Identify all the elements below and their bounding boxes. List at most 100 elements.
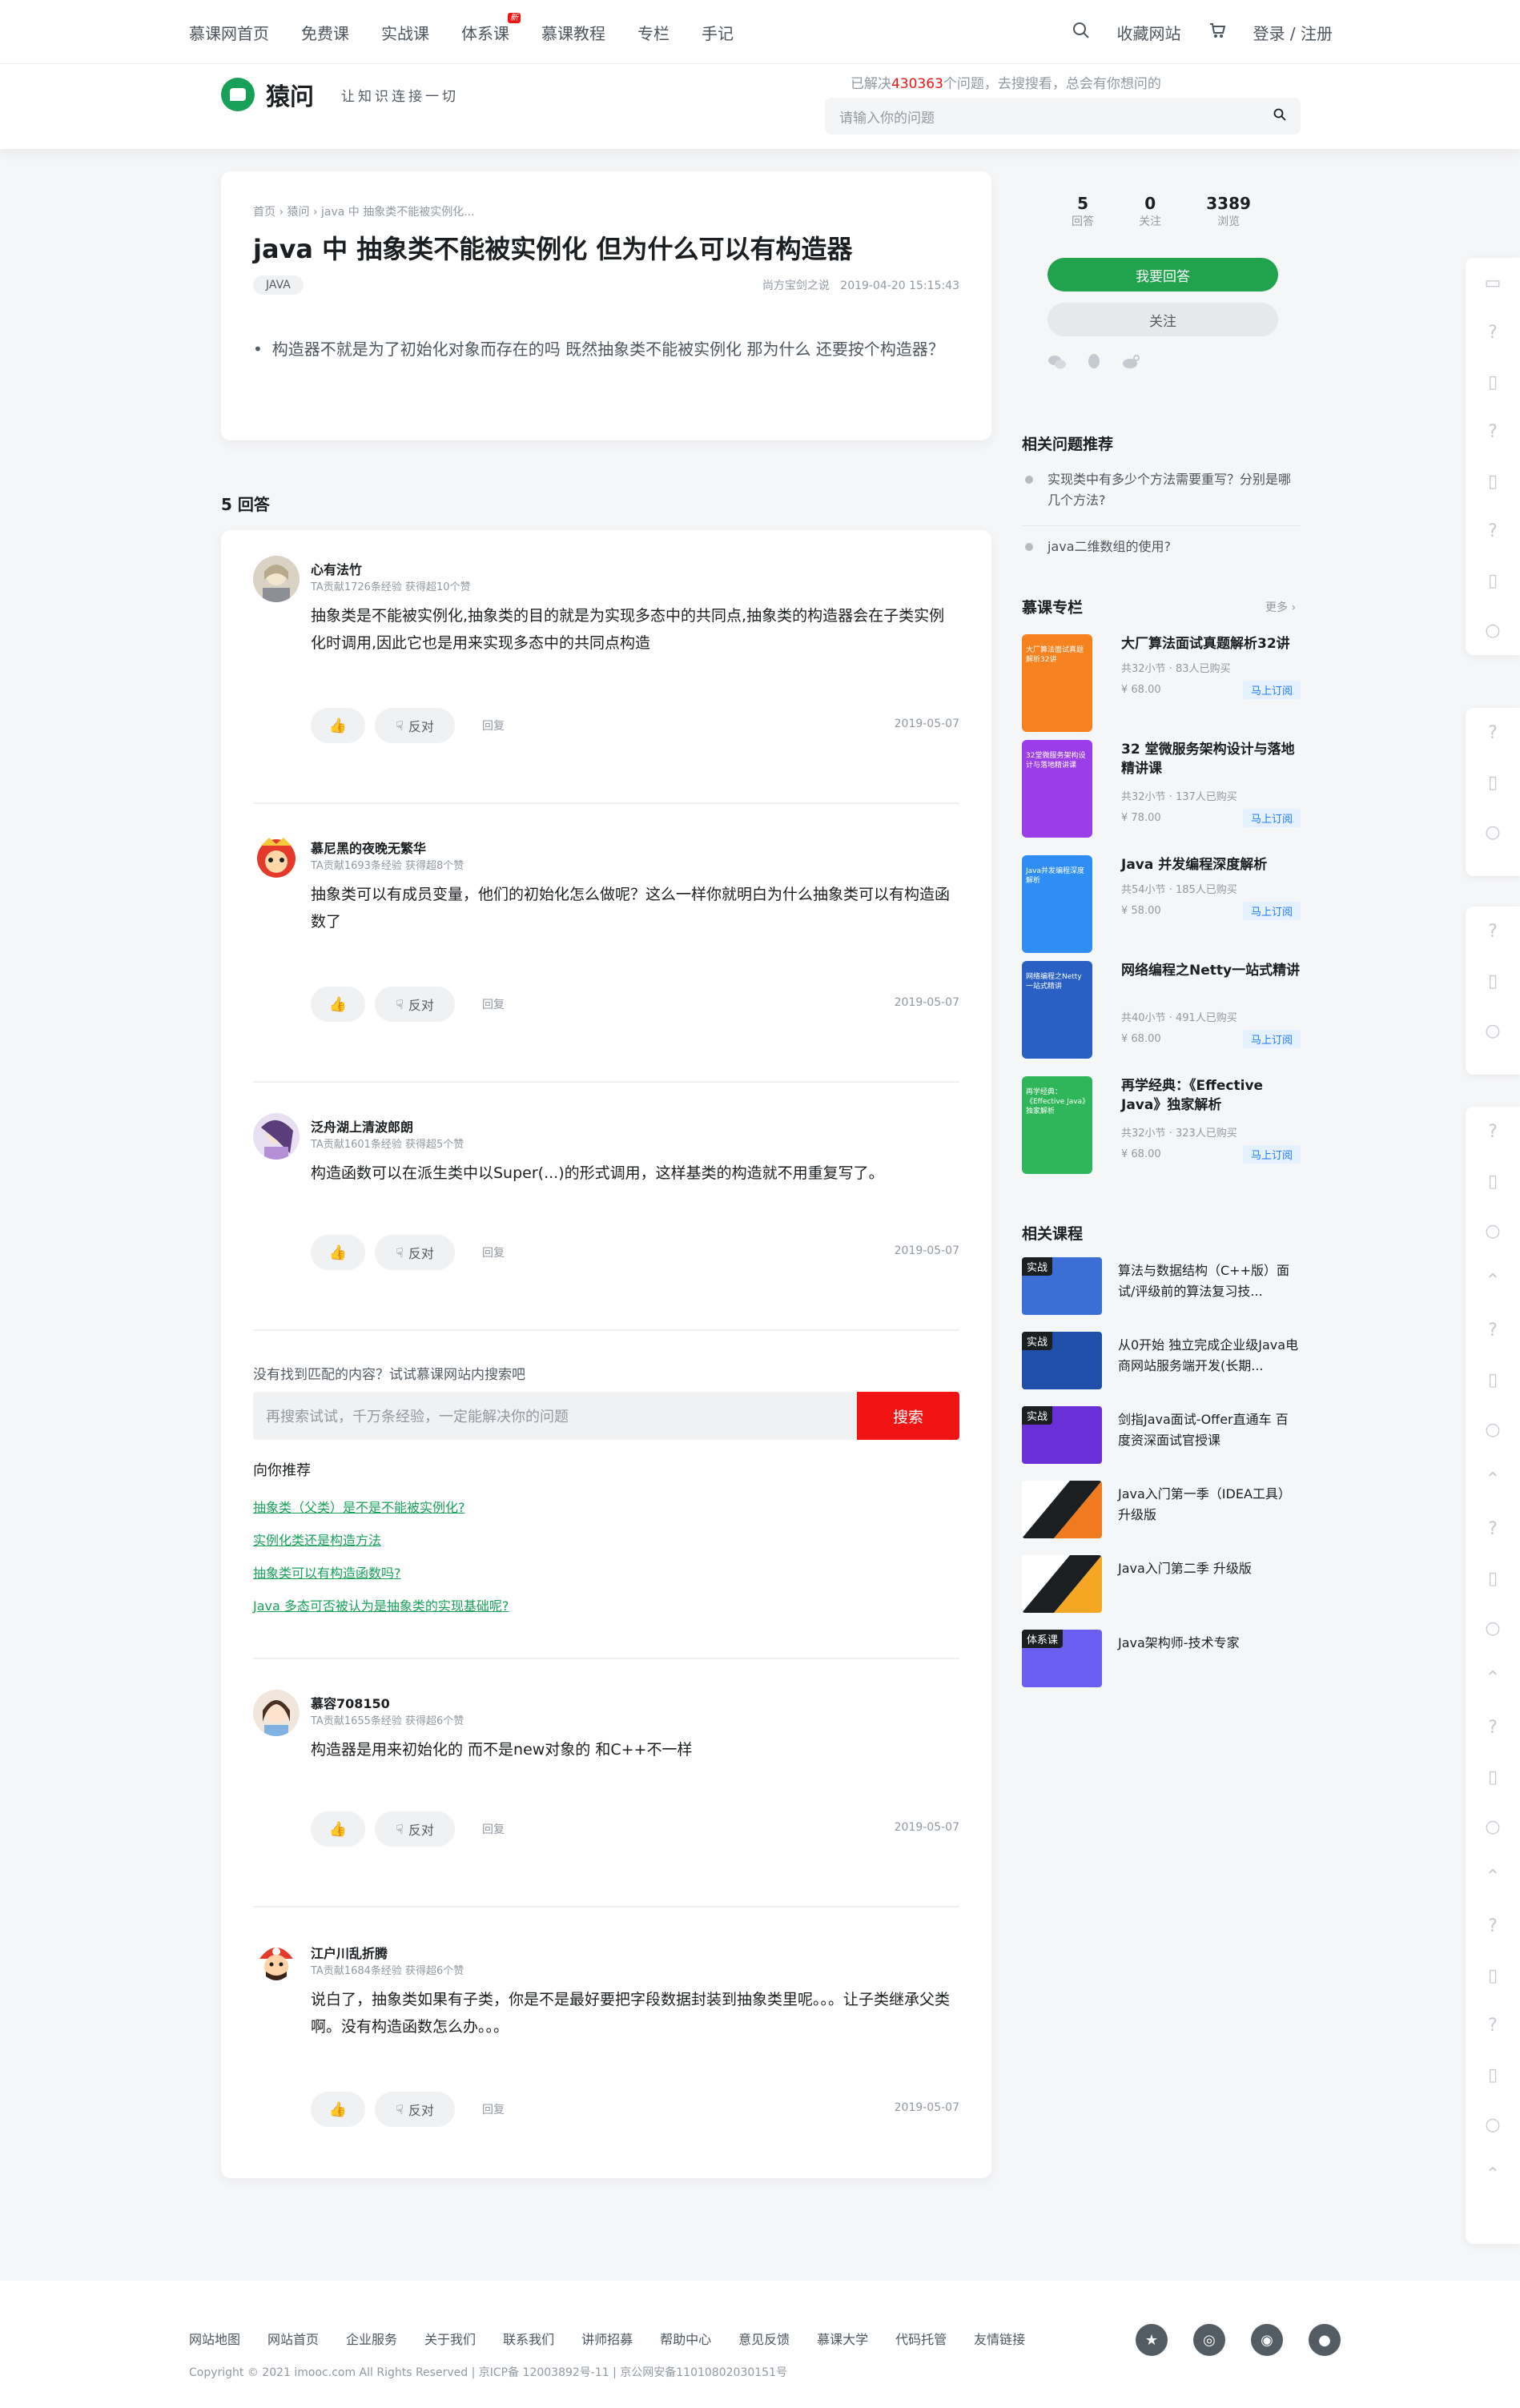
search-icon[interactable] xyxy=(1072,22,1090,43)
recommend-link[interactable]: 实例化类还是构造方法 xyxy=(253,1524,509,1557)
related-question[interactable]: java二维数组的使用? xyxy=(1022,537,1301,557)
help-icon[interactable]: ? xyxy=(1466,708,1520,758)
search-icon[interactable] xyxy=(1273,108,1286,125)
app-icon[interactable]: ▯ xyxy=(1466,758,1520,807)
subscribe-button[interactable]: 马上订阅 xyxy=(1242,902,1301,920)
cart-icon[interactable] xyxy=(1208,22,1226,43)
qq-icon[interactable]: ● xyxy=(1309,2324,1341,2356)
like-button[interactable]: 👍 xyxy=(311,1811,365,1847)
chat-icon[interactable]: ○ xyxy=(1466,1802,1520,1851)
app-icon[interactable]: ▯ xyxy=(1466,1355,1520,1405)
chat-icon[interactable]: ○ xyxy=(1466,807,1520,857)
help-icon[interactable]: ? xyxy=(1466,308,1520,357)
nav-free[interactable]: 免费课 xyxy=(301,21,349,44)
course-item[interactable]: 实战 从0开始 独立完成企业级Java电商网站服务端开发(长期... xyxy=(1022,1332,1301,1389)
column-item[interactable]: 32堂微服务架构设计与落地精讲课 32 堂微服务架构设计与落地精讲课 共32小节… xyxy=(1022,740,1301,838)
reply-link[interactable]: 回复 xyxy=(482,1821,505,1837)
site-logo[interactable]: 猿问 让知识连接一切 xyxy=(221,77,459,112)
footer-link[interactable]: 联系我们 xyxy=(503,2329,554,2348)
course-item[interactable]: Java入门第二季 升级版 xyxy=(1022,1555,1301,1613)
app-icon[interactable]: ▯ xyxy=(1466,1951,1520,2000)
chat-icon[interactable]: ○ xyxy=(1466,2100,1520,2149)
question-tag[interactable]: JAVA xyxy=(253,275,304,295)
avatar[interactable] xyxy=(253,1113,300,1160)
chat-icon[interactable]: ○ xyxy=(1466,1603,1520,1653)
back-to-top-icon[interactable]: ⌃ xyxy=(1466,1851,1520,1901)
app-icon[interactable]: ▯ xyxy=(1466,956,1520,1006)
help-icon[interactable]: ? xyxy=(1466,1901,1520,1951)
help-icon[interactable]: ? xyxy=(1466,1305,1520,1355)
oppose-button[interactable]: ☟ 反对 xyxy=(375,1235,455,1270)
like-button[interactable]: 👍 xyxy=(311,2092,365,2127)
app-icon[interactable]: ▯ xyxy=(1466,1554,1520,1603)
avatar[interactable] xyxy=(253,556,300,602)
app-icon[interactable]: ▯ xyxy=(1466,456,1520,506)
oppose-button[interactable]: ☟ 反对 xyxy=(375,708,455,743)
avatar[interactable] xyxy=(253,834,300,881)
reply-link[interactable]: 回复 xyxy=(482,718,505,734)
footer-link[interactable]: 意见反馈 xyxy=(738,2329,790,2348)
nav-home[interactable]: 慕课网首页 xyxy=(189,21,269,44)
subscribe-button[interactable]: 马上订阅 xyxy=(1242,681,1301,699)
like-button[interactable]: 👍 xyxy=(311,1235,365,1270)
nav-tutorial[interactable]: 慕课教程 xyxy=(541,21,605,44)
column-item[interactable]: 大厂算法面试真题解析32讲 大厂算法面试真题解析32讲 共32小节 · 83人已… xyxy=(1022,634,1301,732)
back-to-top-icon[interactable]: ⌃ xyxy=(1466,1454,1520,1504)
column-item[interactable]: Java并发编程深度解析 Java 并发编程深度解析 共54小节 · 185人已… xyxy=(1022,855,1301,953)
course-item[interactable]: 体系课 Java架构师-技术专家 xyxy=(1022,1630,1301,1687)
question-search-input[interactable]: 请输入你的问题 xyxy=(825,98,1301,135)
back-to-top-icon[interactable]: ⌃ xyxy=(1466,1653,1520,1702)
help-icon[interactable]: ? xyxy=(1466,1107,1520,1156)
follow-button[interactable]: 关注 xyxy=(1048,303,1278,336)
like-button[interactable]: 👍 xyxy=(311,987,365,1022)
subscribe-button[interactable]: 马上订阅 xyxy=(1242,1145,1301,1164)
more-columns-link[interactable]: 更多 › xyxy=(1265,599,1296,615)
answer-author[interactable]: 心有法竹 xyxy=(311,559,362,578)
weibo-icon[interactable] xyxy=(1121,352,1140,372)
column-item[interactable]: 再学经典：《Effective Java》独家解析 再学经典：《Effectiv… xyxy=(1022,1076,1301,1174)
subscribe-button[interactable]: 马上订阅 xyxy=(1242,1030,1301,1048)
wechat-icon[interactable]: ◎ xyxy=(1193,2324,1225,2356)
recommend-link[interactable]: 抽象类可以有构造函数吗? xyxy=(253,1557,509,1590)
chat-icon[interactable]: ○ xyxy=(1466,1006,1520,1055)
course-item[interactable]: 实战 剑指Java面试-Offer直通车 百度资深面试官授课 xyxy=(1022,1406,1301,1464)
wechat-icon[interactable] xyxy=(1048,352,1067,372)
crumb-home[interactable]: 首页 xyxy=(253,206,275,219)
answer-author[interactable]: 慕尼黑的夜晚无繁华 xyxy=(311,838,426,857)
help-icon[interactable]: ? xyxy=(1466,2000,1520,2050)
recommend-link[interactable]: 抽象类（父类）是不是不能被实例化? xyxy=(253,1491,509,1524)
star-icon[interactable]: ★ xyxy=(1136,2324,1168,2356)
app-icon[interactable]: ▯ xyxy=(1466,556,1520,605)
nav-column[interactable]: 专栏 xyxy=(637,21,670,44)
footer-link[interactable]: 帮助中心 xyxy=(660,2329,711,2348)
question-author[interactable]: 尚方宝剑之说 xyxy=(762,279,830,292)
help-icon[interactable]: ? xyxy=(1466,506,1520,556)
footer-link[interactable]: 关于我们 xyxy=(424,2329,476,2348)
favorite-link[interactable]: 收藏网站 xyxy=(1117,21,1181,44)
footer-link[interactable]: 讲师招募 xyxy=(581,2329,633,2348)
chat-icon[interactable]: ○ xyxy=(1466,1405,1520,1454)
help-icon[interactable]: ? xyxy=(1466,1504,1520,1554)
footer-link[interactable]: 慕课大学 xyxy=(817,2329,868,2348)
avatar[interactable] xyxy=(253,1940,300,1986)
nav-notes[interactable]: 手记 xyxy=(702,21,734,44)
feedback-icon[interactable]: ▭ xyxy=(1466,258,1520,308)
like-button[interactable]: 👍 xyxy=(311,708,365,743)
oppose-button[interactable]: ☟ 反对 xyxy=(375,1811,455,1847)
app-icon[interactable]: ▯ xyxy=(1466,357,1520,407)
answer-button[interactable]: 我要回答 xyxy=(1048,258,1278,291)
footer-link[interactable]: 企业服务 xyxy=(346,2329,397,2348)
footer-link[interactable]: 友情链接 xyxy=(974,2329,1025,2348)
footer-link[interactable]: 代码托管 xyxy=(895,2329,947,2348)
app-icon[interactable]: ▯ xyxy=(1466,1752,1520,1802)
help-icon[interactable]: ? xyxy=(1466,1702,1520,1752)
reply-link[interactable]: 回复 xyxy=(482,1244,505,1260)
footer-link[interactable]: 网站地图 xyxy=(189,2329,240,2348)
answer-author[interactable]: 慕容708150 xyxy=(311,1693,390,1712)
app-icon[interactable]: ▯ xyxy=(1466,2050,1520,2100)
nav-system[interactable]: 体系课新 xyxy=(461,12,521,44)
answer-author[interactable]: 泛舟湖上清波郎朗 xyxy=(311,1116,413,1136)
crumb-yuanwen[interactable]: 猿问 xyxy=(288,206,310,219)
site-search-button[interactable]: 搜索 xyxy=(857,1392,959,1440)
subscribe-button[interactable]: 马上订阅 xyxy=(1242,809,1301,827)
